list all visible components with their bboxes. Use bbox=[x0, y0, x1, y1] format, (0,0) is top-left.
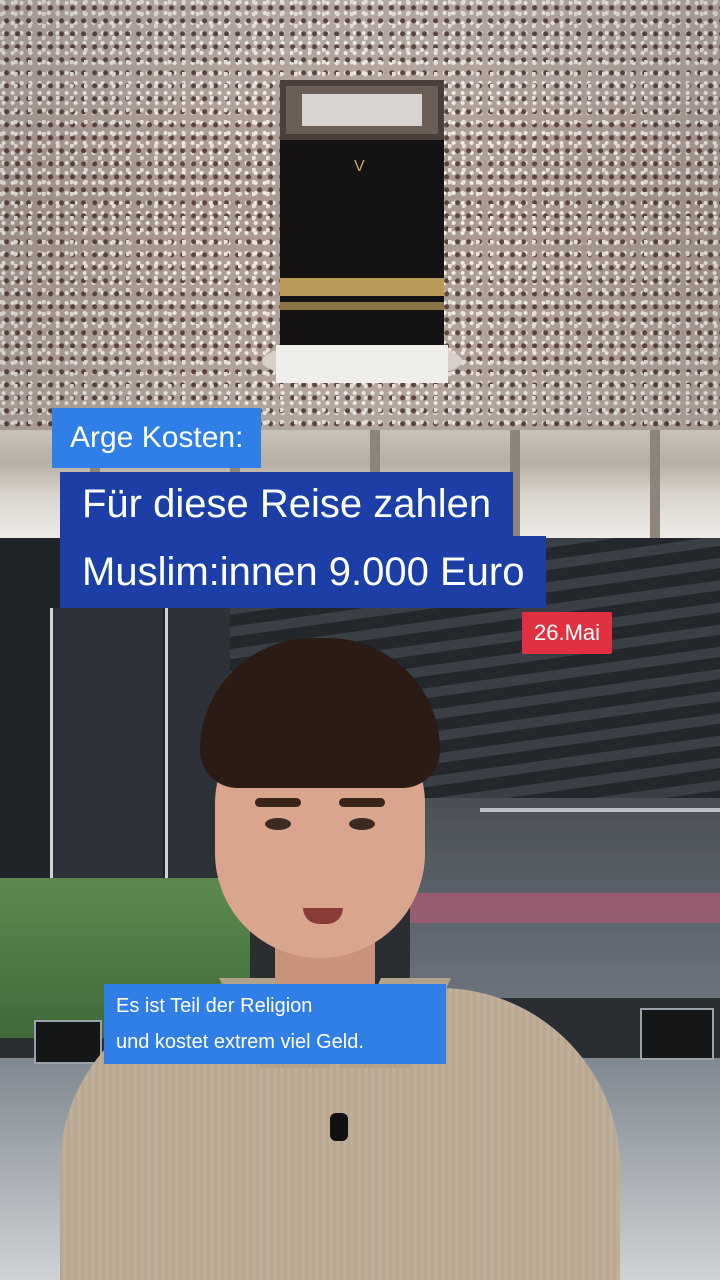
date-badge: 26.Mai bbox=[522, 612, 613, 654]
clip-microphone-icon bbox=[330, 1113, 348, 1141]
subtitle-line-2: und kostet extrem viel Geld. bbox=[116, 1031, 364, 1053]
headline-line-2: Muslim:innen 9.000 Euro bbox=[60, 536, 547, 608]
presenter-hair bbox=[200, 638, 440, 788]
video-frame[interactable]: V Arge Kosten: Für diese Reise zahlen Mu… bbox=[0, 0, 720, 1280]
headline-line-1: Für diese Reise zahlen bbox=[60, 472, 514, 536]
kicker-label: Arge Kosten: bbox=[52, 408, 262, 468]
subtitle-caption: Es ist Teil der Religion und kostet extr… bbox=[104, 984, 446, 1064]
presenter bbox=[60, 638, 620, 1280]
kaaba-image: V bbox=[276, 80, 448, 383]
subtitle-line-1: Es ist Teil der Religion bbox=[116, 995, 313, 1017]
